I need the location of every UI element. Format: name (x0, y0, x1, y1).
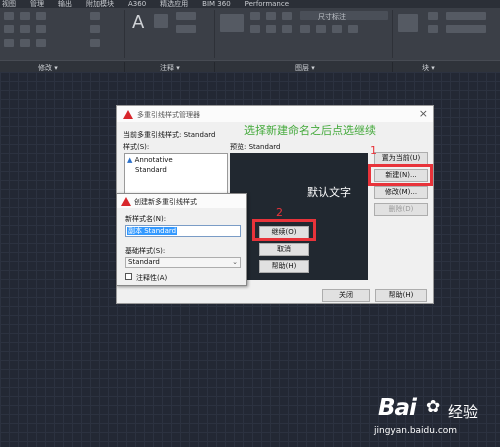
copy-tool-icon[interactable] (4, 25, 14, 33)
fillet-tool-icon[interactable] (36, 25, 46, 33)
menu-addins[interactable]: 附加模块 (86, 0, 114, 8)
layer-tool-icon[interactable] (266, 12, 276, 20)
list-item[interactable]: Standard (135, 166, 167, 174)
annotative-label: 注释性(A) (136, 274, 168, 282)
layer-tool-icon[interactable] (282, 12, 292, 20)
step-marker-2: 2 (276, 206, 283, 219)
explode-tool-icon[interactable] (90, 25, 100, 33)
cancel-button[interactable]: 取消 (259, 243, 309, 256)
menu-manage[interactable]: 管理 (30, 0, 44, 8)
layer-tool-icon[interactable] (282, 25, 292, 33)
new-style-name-input[interactable]: 副本 Standard (125, 225, 241, 237)
menu-a360[interactable]: A360 (128, 0, 146, 8)
erase-tool-icon[interactable] (90, 12, 100, 20)
leader-tool-icon[interactable] (176, 12, 196, 20)
rotate-tool-icon[interactable] (20, 12, 30, 20)
layer-dropdown-value: 尺寸标注 (318, 13, 346, 21)
layer-tool-icon[interactable] (300, 25, 310, 33)
delete-button[interactable]: 删除(D) (374, 203, 428, 216)
subdialog-help-button[interactable]: 帮助(H) (259, 260, 309, 273)
menu-output[interactable]: 输出 (58, 0, 72, 8)
layer-tool-icon[interactable] (250, 25, 260, 33)
layer-properties-icon[interactable] (220, 14, 244, 32)
step-marker-1: 1 (370, 144, 377, 157)
baidu-logo: Bai (378, 395, 417, 421)
ribbon: A 尺寸标注 (0, 8, 500, 60)
ribbon-separator (124, 10, 125, 58)
mirror-tool-icon[interactable] (20, 25, 30, 33)
base-style-label: 基础样式(S): (125, 247, 166, 255)
instruction-annotation: 选择新建命名之后点选继续 (244, 124, 376, 137)
autocad-logo-icon (121, 197, 131, 206)
annotative-checkbox[interactable] (125, 273, 132, 280)
ribbon-separator (214, 10, 215, 58)
autocad-logo-icon (123, 110, 133, 119)
create-new-multileader-style-dialog: 创建新多重引线样式 新样式名(N): 副本 Standard 基础样式(S): … (116, 193, 247, 286)
dimension-tool-icon[interactable] (154, 14, 168, 28)
new-style-name-label: 新样式名(N): (125, 215, 167, 223)
create-block-icon[interactable] (428, 12, 438, 20)
menu-featured-apps[interactable]: 精选应用 (160, 0, 188, 8)
close-button[interactable]: 关闭 (322, 289, 370, 302)
table-tool-icon[interactable] (176, 25, 196, 33)
menu-performance[interactable]: Performance (245, 0, 289, 8)
baidu-jingyan-watermark: Bai ✿ 经验 jingyan.baidu.com (360, 393, 500, 447)
annotative-icon: ▲ (127, 156, 133, 164)
array-tool-icon[interactable] (36, 39, 46, 47)
help-button[interactable]: 帮助(H) (375, 289, 427, 302)
layer-tool-icon[interactable] (316, 25, 326, 33)
dialog-title: 多重引线样式管理器 (137, 111, 200, 119)
chevron-down-icon: ⌄ (232, 258, 238, 266)
paw-icon: ✿ (426, 397, 441, 417)
offset-tool-icon[interactable] (90, 39, 100, 47)
dialog-titlebar[interactable]: 多重引线样式管理器 × (117, 106, 433, 122)
menu-bar: 视图 管理 输出 附加模块 A360 精选应用 BIM 360 Performa… (0, 0, 500, 8)
layer-tool-icon[interactable] (250, 12, 260, 20)
block-attribute-icon[interactable] (446, 12, 486, 20)
styles-label: 样式(S): (123, 143, 150, 151)
list-item[interactable]: ▲ Annotative (127, 156, 173, 164)
modify-button[interactable]: 修改(M)... (374, 186, 428, 199)
ribbon-panel-bar: 修改 ▾ 注释 ▾ 图层 ▾ 块 ▾ (0, 60, 500, 72)
layer-tool-icon[interactable] (332, 25, 342, 33)
insert-block-icon[interactable] (398, 14, 418, 32)
move-tool-icon[interactable] (4, 12, 14, 20)
preview-label: 预览: Standard (230, 143, 281, 151)
trim-tool-icon[interactable] (36, 12, 46, 20)
subdialog-titlebar[interactable]: 创建新多重引线样式 (117, 194, 246, 208)
continue-button-highlight (252, 219, 316, 241)
stretch-tool-icon[interactable] (4, 39, 14, 47)
menu-bim360[interactable]: BIM 360 (202, 0, 231, 8)
text-tool-icon[interactable]: A (132, 14, 144, 32)
layer-tool-icon[interactable] (266, 25, 276, 33)
menu-view[interactable]: 视图 (2, 0, 16, 8)
current-style-label: 当前多重引线样式: Standard (123, 131, 216, 139)
watermark-url: jingyan.baidu.com (374, 426, 458, 436)
new-button-highlight (368, 164, 433, 186)
preview-text: 默认文字 (307, 186, 351, 199)
edit-block-icon[interactable] (428, 25, 438, 33)
close-icon[interactable]: × (419, 107, 428, 120)
jingyan-logo-text: 经验 (448, 403, 479, 421)
base-style-select[interactable]: Standard ⌄ (125, 257, 241, 268)
layer-tool-icon[interactable] (348, 25, 358, 33)
subdialog-title: 创建新多重引线样式 (134, 198, 197, 206)
scale-tool-icon[interactable] (20, 39, 30, 47)
ribbon-separator (392, 10, 393, 58)
block-attribute-icon[interactable] (446, 25, 486, 33)
